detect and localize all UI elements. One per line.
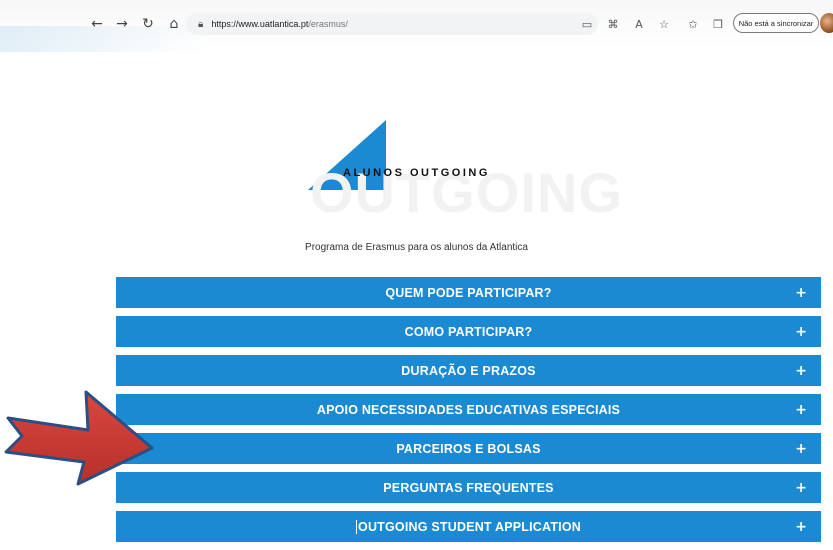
reload-icon[interactable]: ↻ bbox=[138, 14, 158, 34]
plus-icon[interactable]: + bbox=[795, 277, 807, 308]
favorites-icon[interactable]: ✩ bbox=[684, 15, 702, 33]
address-bar[interactable]: 🔒︎ https://www.uatlantica.pt/erasmus/ bbox=[186, 13, 598, 35]
annotation-arrow-icon bbox=[4, 390, 154, 486]
accordion-item-label: QUEM PODE PARTICIPAR? bbox=[385, 285, 552, 300]
collections-icon[interactable]: ❐ bbox=[709, 15, 727, 33]
text-cursor bbox=[356, 519, 358, 534]
accordion-item-perguntas-frequentes[interactable]: PERGUNTAS FREQUENTES + bbox=[116, 472, 821, 503]
add-favorite-icon[interactable]: ☆ bbox=[655, 15, 673, 33]
accordion-item-outgoing-student-application[interactable]: OUTGOING STUDENT APPLICATION + bbox=[116, 511, 821, 542]
plus-icon[interactable]: + bbox=[795, 433, 807, 464]
browser-toolbar: ← → ↻ ⌂ 🔒︎ https://www.uatlantica.pt/era… bbox=[0, 0, 833, 52]
accordion-item-label: DURAÇÃO E PRAZOS bbox=[401, 363, 536, 378]
plus-icon[interactable]: + bbox=[795, 394, 807, 425]
accordion-item-apoio-necessidades[interactable]: APOIO NECESSIDADES EDUCATIVAS ESPECIAIS … bbox=[116, 394, 821, 425]
accordion-item-label: PARCEIROS E BOLSAS bbox=[396, 441, 541, 456]
profile-avatar[interactable] bbox=[820, 13, 833, 33]
accordion-item-parceiros-e-bolsas[interactable]: PARCEIROS E BOLSAS + bbox=[116, 433, 821, 464]
accordion-item-label: APOIO NECESSIDADES EDUCATIVAS ESPECIAIS bbox=[316, 402, 621, 417]
sync-status-button[interactable]: Não está a sincronizar bbox=[733, 13, 819, 33]
accordion-item-label: OUTGOING STUDENT APPLICATION bbox=[358, 519, 581, 534]
back-icon[interactable]: ← bbox=[87, 14, 107, 34]
plus-icon[interactable]: + bbox=[795, 472, 807, 503]
url-path: /erasmus/ bbox=[308, 19, 348, 29]
url-host: https://www.uatlantica.pt bbox=[211, 19, 309, 29]
plus-icon[interactable]: + bbox=[795, 355, 807, 386]
read-aloud-icon[interactable]: A bbox=[630, 15, 648, 33]
accordion-item-quem-pode-participar[interactable]: QUEM PODE PARTICIPAR? + bbox=[116, 277, 821, 308]
accordion-item-label: PERGUNTAS FREQUENTES bbox=[383, 480, 554, 495]
lock-icon: 🔒︎ bbox=[198, 18, 204, 30]
reading-view-icon[interactable]: ▭ bbox=[578, 15, 596, 33]
plus-icon[interactable]: + bbox=[795, 316, 807, 347]
accordion-item-label: COMO PARTICIPAR? bbox=[404, 324, 533, 339]
forward-icon[interactable]: → bbox=[112, 14, 132, 34]
plus-icon[interactable]: + bbox=[795, 511, 807, 542]
apps-icon[interactable]: ⌘ bbox=[604, 15, 622, 33]
accordion-item-duracao-e-prazos[interactable]: DURAÇÃO E PRAZOS + bbox=[116, 355, 821, 386]
page-title: ALUNOS OUTGOING bbox=[343, 167, 490, 179]
home-icon[interactable]: ⌂ bbox=[164, 14, 184, 34]
accordion-item-como-participar[interactable]: COMO PARTICIPAR? + bbox=[116, 316, 821, 347]
accordion: QUEM PODE PARTICIPAR? + COMO PARTICIPAR?… bbox=[116, 277, 821, 550]
page-subtitle: Programa de Erasmus para os alunos da At… bbox=[305, 242, 528, 253]
